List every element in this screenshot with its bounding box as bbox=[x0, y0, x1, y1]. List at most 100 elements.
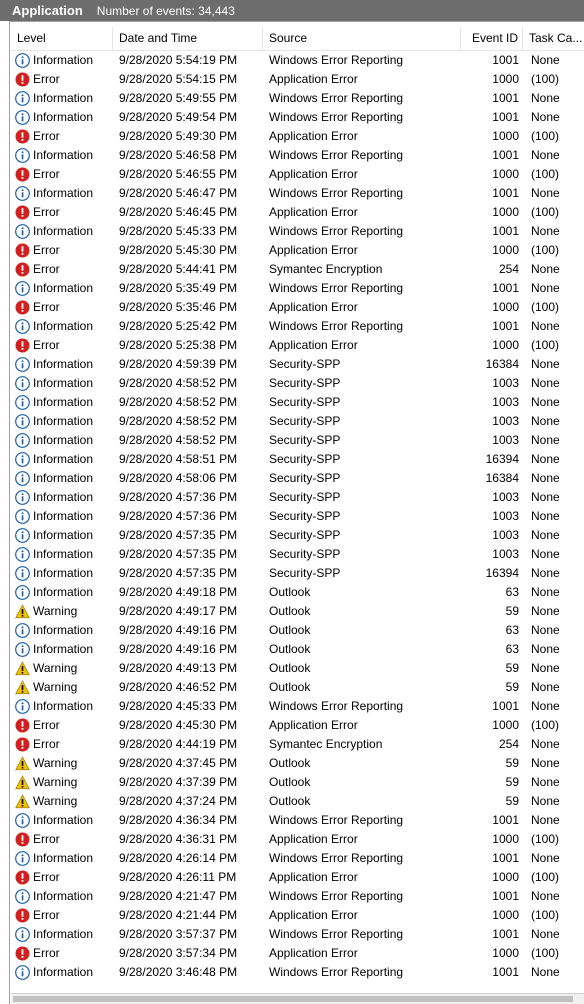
error-icon bbox=[15, 300, 30, 315]
table-row[interactable]: Information 9/28/2020 4:58:52 PM Security-… bbox=[11, 412, 584, 431]
event-id-cell: 1001 bbox=[492, 889, 519, 903]
table-row[interactable]: Information 9/28/2020 4:45:33 PM Windows E… bbox=[11, 697, 584, 716]
table-row[interactable]: Information 9/28/2020 5:46:47 PM Windows E… bbox=[11, 184, 584, 203]
table-row[interactable]: Warning 9/28/2020 4:37:45 PM Outlook 59 None bbox=[11, 754, 584, 773]
table-row[interactable]: Information 9/28/2020 4:21:47 PM Windows E… bbox=[11, 887, 584, 906]
table-row[interactable]: Information 9/28/2020 5:35:49 PM Windows E… bbox=[11, 279, 584, 298]
table-row[interactable]: Warning 9/28/2020 4:49:13 PM Outlook 59 None bbox=[11, 659, 584, 678]
event-id-cell: 1001 bbox=[492, 813, 519, 827]
table-row[interactable]: Information 9/28/2020 4:57:36 PM Security-… bbox=[11, 507, 584, 526]
event-id-cell: 59 bbox=[505, 680, 519, 694]
table-row[interactable]: Information 9/28/2020 4:26:14 PM Windows E… bbox=[11, 849, 584, 868]
date-cell: 9/28/2020 5:46:45 PM bbox=[119, 205, 238, 219]
task-category-cell: None bbox=[531, 471, 560, 485]
table-row[interactable]: Information 9/28/2020 5:49:54 PM Windows E… bbox=[11, 108, 584, 127]
table-row[interactable]: Information 9/28/2020 4:58:52 PM Security-… bbox=[11, 393, 584, 412]
table-row[interactable]: Information 9/28/2020 4:49:16 PM Outlook 63… bbox=[11, 640, 584, 659]
source-cell: Security-SPP bbox=[269, 566, 341, 580]
date-cell: 9/28/2020 4:37:39 PM bbox=[119, 775, 238, 789]
error-icon bbox=[15, 129, 30, 144]
table-row[interactable]: Error 9/28/2020 4:44:19 PM Symantec Encryp… bbox=[11, 735, 584, 754]
table-row[interactable]: Error 9/28/2020 5:46:55 PM Application Err… bbox=[11, 165, 584, 184]
table-row[interactable]: Information 9/28/2020 4:57:35 PM Security-… bbox=[11, 545, 584, 564]
event-id-cell: 1003 bbox=[492, 547, 519, 561]
scrollbar-thumb[interactable] bbox=[13, 996, 573, 1002]
level-label: Information bbox=[33, 509, 94, 523]
table-row[interactable]: Information 9/28/2020 4:57:35 PM Security-… bbox=[11, 564, 584, 583]
table-row[interactable]: Warning 9/28/2020 4:37:24 PM Outlook 59 None bbox=[11, 792, 584, 811]
column-header-source[interactable]: Source bbox=[263, 27, 461, 51]
date-cell: 9/28/2020 5:45:33 PM bbox=[119, 224, 238, 238]
table-row[interactable]: Warning 9/28/2020 4:49:17 PM Outlook 59 None bbox=[11, 602, 584, 621]
table-row[interactable]: Error 9/28/2020 5:25:38 PM Application Err… bbox=[11, 336, 584, 355]
info-icon bbox=[15, 889, 30, 904]
table-row[interactable]: Error 9/28/2020 5:35:46 PM Application Err… bbox=[11, 298, 584, 317]
level-label: Information bbox=[33, 110, 94, 124]
source-cell: Application Error bbox=[269, 300, 358, 314]
table-row[interactable]: Error 9/28/2020 4:45:30 PM Application Err… bbox=[11, 716, 584, 735]
table-row[interactable]: Information 9/28/2020 4:49:16 PM Outlook 63… bbox=[11, 621, 584, 640]
table-row[interactable]: Information 9/28/2020 4:58:06 PM Security-… bbox=[11, 469, 584, 488]
horizontal-scrollbar[interactable] bbox=[11, 993, 584, 1004]
task-category-cell: (100) bbox=[531, 129, 560, 143]
table-row[interactable]: Information 9/28/2020 3:46:48 PM Windows E… bbox=[11, 963, 584, 982]
source-cell: Windows Error Reporting bbox=[269, 148, 404, 162]
task-category-cell: None bbox=[531, 547, 560, 561]
event-id-cell: 16394 bbox=[485, 566, 519, 580]
column-header-row: Level Date and Time Source Event ID Task… bbox=[11, 27, 584, 51]
table-row[interactable]: Warning 9/28/2020 4:46:52 PM Outlook 59 None bbox=[11, 678, 584, 697]
table-row[interactable]: Error 9/28/2020 5:54:15 PM Application Err… bbox=[11, 70, 584, 89]
date-cell: 9/28/2020 4:26:11 PM bbox=[119, 870, 237, 884]
table-row[interactable]: Information 9/28/2020 5:46:58 PM Windows E… bbox=[11, 146, 584, 165]
table-row[interactable]: Error 9/28/2020 3:57:34 PM Application Err… bbox=[11, 944, 584, 963]
task-category-cell: None bbox=[531, 585, 560, 599]
level-label: Information bbox=[33, 53, 94, 67]
table-row[interactable]: Information 9/28/2020 4:58:52 PM Security-… bbox=[11, 374, 584, 393]
level-cell: Error bbox=[11, 241, 113, 260]
column-header-event-id[interactable]: Event ID bbox=[461, 27, 523, 51]
date-cell: 9/28/2020 4:58:52 PM bbox=[119, 433, 238, 447]
table-row[interactable]: Information 9/28/2020 4:58:51 PM Security-… bbox=[11, 450, 584, 469]
table-row[interactable]: Error 9/28/2020 4:36:31 PM Application Err… bbox=[11, 830, 584, 849]
table-row[interactable]: Information 9/28/2020 4:49:18 PM Outlook 63… bbox=[11, 583, 584, 602]
column-header-date[interactable]: Date and Time bbox=[113, 27, 263, 51]
table-row[interactable]: Error 9/28/2020 4:21:44 PM Application Err… bbox=[11, 906, 584, 925]
table-row[interactable]: Error 9/28/2020 4:26:11 PM Application Err… bbox=[11, 868, 584, 887]
level-cell: Information bbox=[11, 279, 113, 298]
level-cell: Information bbox=[11, 640, 113, 659]
source-cell: Windows Error Reporting bbox=[269, 889, 404, 903]
table-row[interactable]: Information 9/28/2020 4:36:34 PM Windows E… bbox=[11, 811, 584, 830]
level-label: Error bbox=[33, 205, 60, 219]
table-row[interactable]: Information 9/28/2020 4:58:52 PM Security-… bbox=[11, 431, 584, 450]
table-row[interactable]: Error 9/28/2020 5:46:45 PM Application Err… bbox=[11, 203, 584, 222]
table-row[interactable]: Information 9/28/2020 5:45:33 PM Windows E… bbox=[11, 222, 584, 241]
level-cell: Error bbox=[11, 165, 113, 184]
level-label: Information bbox=[33, 642, 94, 656]
table-row[interactable]: Information 9/28/2020 3:57:37 PM Windows E… bbox=[11, 925, 584, 944]
column-header-level[interactable]: Level bbox=[11, 27, 113, 51]
level-cell: Information bbox=[11, 697, 113, 716]
task-category-cell: None bbox=[531, 91, 560, 105]
event-id-cell: 1000 bbox=[492, 243, 519, 257]
table-row[interactable]: Error 9/28/2020 5:44:41 PM Symantec Encryp… bbox=[11, 260, 584, 279]
date-cell: 9/28/2020 4:36:31 PM bbox=[119, 832, 238, 846]
date-cell: 9/28/2020 4:37:24 PM bbox=[119, 794, 238, 808]
task-category-cell: None bbox=[531, 53, 560, 67]
column-header-task-category[interactable]: Task Ca... bbox=[523, 27, 584, 51]
table-row[interactable]: Information 9/28/2020 5:49:55 PM Windows E… bbox=[11, 89, 584, 108]
source-cell: Application Error bbox=[269, 832, 358, 846]
table-row[interactable]: Information 9/28/2020 5:25:42 PM Windows E… bbox=[11, 317, 584, 336]
table-row[interactable]: Warning 9/28/2020 4:37:39 PM Outlook 59 None bbox=[11, 773, 584, 792]
event-id-cell: 1000 bbox=[492, 338, 519, 352]
task-category-cell: None bbox=[531, 927, 560, 941]
table-row[interactable]: Information 9/28/2020 4:57:35 PM Security-… bbox=[11, 526, 584, 545]
left-pane-edge bbox=[0, 21, 10, 1004]
table-row[interactable]: Error 9/28/2020 5:45:30 PM Application Err… bbox=[11, 241, 584, 260]
source-cell: Symantec Encryption bbox=[269, 262, 383, 276]
table-row[interactable]: Information 9/28/2020 5:54:19 PM Windows E… bbox=[11, 51, 584, 70]
table-row[interactable]: Information 9/28/2020 4:57:36 PM Security-… bbox=[11, 488, 584, 507]
table-row[interactable]: Error 9/28/2020 5:49:30 PM Application Err… bbox=[11, 127, 584, 146]
task-category-cell: None bbox=[531, 642, 560, 656]
source-cell: Application Error bbox=[269, 205, 358, 219]
table-row[interactable]: Information 9/28/2020 4:59:39 PM Security-… bbox=[11, 355, 584, 374]
